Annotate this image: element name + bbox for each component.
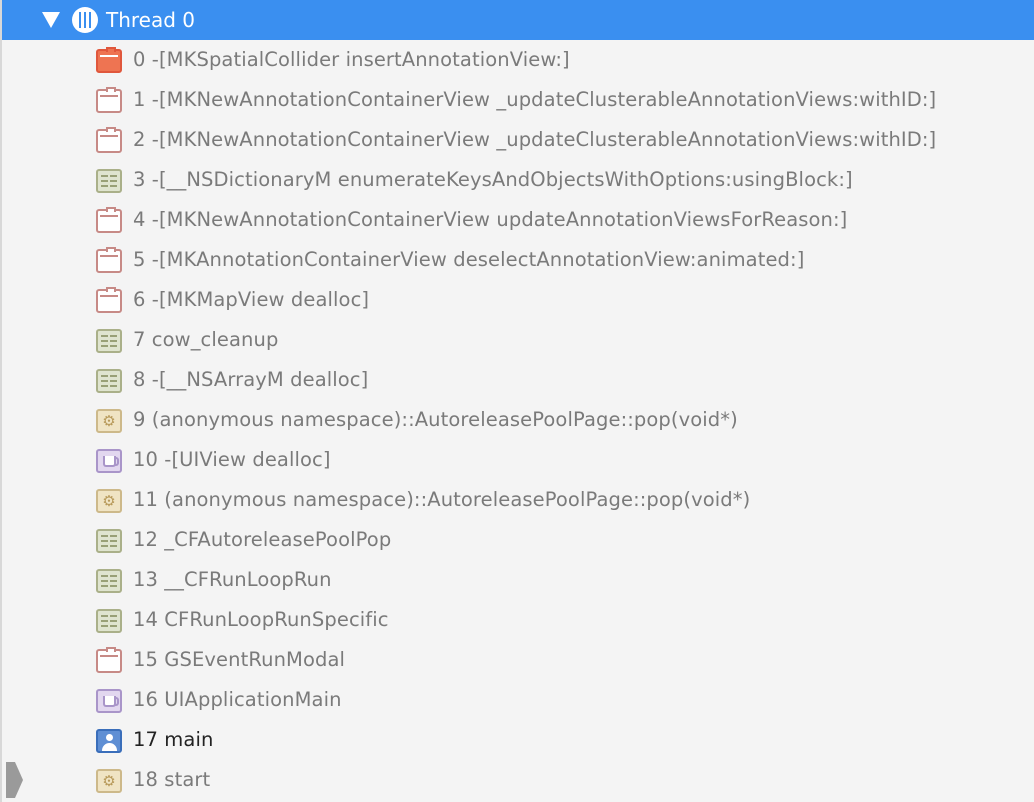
briefcase-icon xyxy=(96,47,122,73)
table-icon xyxy=(96,529,122,553)
table-icon xyxy=(96,329,122,353)
cup-icon xyxy=(96,449,122,473)
stack-frame-label: 15 GSEventRunModal xyxy=(133,648,346,671)
stack-frame[interactable]: 6 -[MKMapView dealloc] xyxy=(0,280,1034,320)
cup-icon xyxy=(96,689,122,713)
stack-frame[interactable]: 5 -[MKAnnotationContainerView deselectAn… xyxy=(0,240,1034,280)
stack-frame-label: 9 (anonymous namespace)::AutoreleasePool… xyxy=(133,408,738,431)
stack-frame-list: 0 -[MKSpatialCollider insertAnnotationVi… xyxy=(0,40,1034,800)
stack-frame-label: 2 -[MKNewAnnotationContainerView _update… xyxy=(133,128,937,151)
stack-frame[interactable]: ⚙ 9 (anonymous namespace)::AutoreleasePo… xyxy=(0,400,1034,440)
stack-frame[interactable]: 1 -[MKNewAnnotationContainerView _update… xyxy=(0,80,1034,120)
stack-frame-label: 3 -[__NSDictionaryM enumerateKeysAndObje… xyxy=(133,168,853,191)
stack-frame-label: 14 CFRunLoopRunSpecific xyxy=(133,608,389,631)
stack-frame[interactable]: 14 CFRunLoopRunSpecific xyxy=(0,600,1034,640)
thread-row[interactable]: Thread 0 xyxy=(2,0,1034,40)
stack-frame-label: 17 main xyxy=(133,728,214,751)
person-icon xyxy=(96,729,122,753)
gear-icon: ⚙ xyxy=(96,769,122,793)
stack-frame[interactable]: 10 -[UIView dealloc] xyxy=(0,440,1034,480)
debug-navigator: Thread 0 0 -[MKSpatialCollider insertAnn… xyxy=(0,0,1034,802)
stack-frame[interactable]: 17 main xyxy=(0,720,1034,760)
gear-icon: ⚙ xyxy=(96,409,122,433)
stack-frame[interactable]: 16 UIApplicationMain xyxy=(0,680,1034,720)
stack-frame[interactable]: 3 -[__NSDictionaryM enumerateKeysAndObje… xyxy=(0,160,1034,200)
stack-frame[interactable]: 2 -[MKNewAnnotationContainerView _update… xyxy=(0,120,1034,160)
briefcase-icon xyxy=(96,207,122,233)
table-icon xyxy=(96,569,122,593)
briefcase-icon xyxy=(96,87,122,113)
stack-frame-label: 13 __CFRunLoopRun xyxy=(133,568,332,591)
briefcase-icon xyxy=(96,647,122,673)
briefcase-icon xyxy=(96,287,122,313)
stack-frame-label: 5 -[MKAnnotationContainerView deselectAn… xyxy=(133,248,805,271)
stack-frame-label: 0 -[MKSpatialCollider insertAnnotationVi… xyxy=(133,48,570,71)
gear-icon: ⚙ xyxy=(96,489,122,513)
stack-frame-label: 7 cow_cleanup xyxy=(133,328,279,351)
program-counter-marker-icon xyxy=(6,762,23,798)
disclosure-triangle-icon[interactable] xyxy=(42,12,60,28)
stack-frame-label: 12 _CFAutoreleasePoolPop xyxy=(133,528,392,551)
table-icon xyxy=(96,369,122,393)
stack-frame[interactable]: 13 __CFRunLoopRun xyxy=(0,560,1034,600)
thread-title: Thread 0 xyxy=(106,8,196,32)
stack-frame-label: 16 UIApplicationMain xyxy=(133,688,342,711)
table-icon xyxy=(96,169,122,193)
stack-frame[interactable]: 0 -[MKSpatialCollider insertAnnotationVi… xyxy=(0,40,1034,80)
briefcase-icon xyxy=(96,247,122,273)
table-icon xyxy=(96,609,122,633)
stack-frame-label: 11 (anonymous namespace)::AutoreleasePoo… xyxy=(133,488,751,511)
stack-frame-label: 18 start xyxy=(133,768,211,791)
stack-frame-label: 6 -[MKMapView dealloc] xyxy=(133,288,370,311)
stack-frame-label: 10 -[UIView dealloc] xyxy=(133,448,331,471)
thread-bars-icon xyxy=(72,7,98,33)
stack-frame[interactable]: ⚙ 18 start xyxy=(0,760,1034,800)
stack-frame[interactable]: ⚙ 11 (anonymous namespace)::AutoreleaseP… xyxy=(0,480,1034,520)
stack-frame[interactable]: 4 -[MKNewAnnotationContainerView updateA… xyxy=(0,200,1034,240)
stack-frame[interactable]: 12 _CFAutoreleasePoolPop xyxy=(0,520,1034,560)
stack-frame-label: 8 -[__NSArrayM dealloc] xyxy=(133,368,369,391)
stack-frame[interactable]: 7 cow_cleanup xyxy=(0,320,1034,360)
stack-frame[interactable]: 8 -[__NSArrayM dealloc] xyxy=(0,360,1034,400)
stack-frame[interactable]: 15 GSEventRunModal xyxy=(0,640,1034,680)
stack-frame-label: 4 -[MKNewAnnotationContainerView updateA… xyxy=(133,208,848,231)
stack-frame-label: 1 -[MKNewAnnotationContainerView _update… xyxy=(133,88,937,111)
briefcase-icon xyxy=(96,127,122,153)
